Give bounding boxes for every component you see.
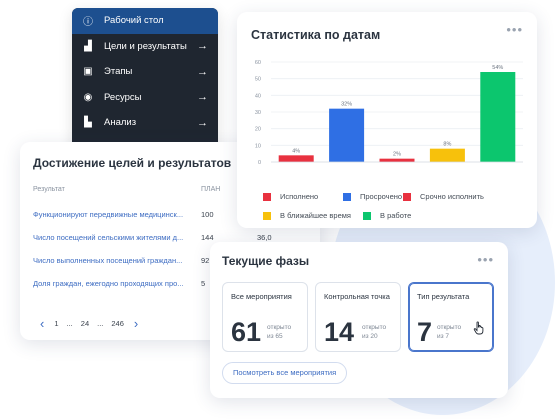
phase-box-subtitle: открыто из 20 bbox=[362, 323, 386, 341]
bar bbox=[329, 108, 365, 162]
row-name-link[interactable]: Доля граждан, ежегодно проходящих про... bbox=[33, 279, 193, 288]
phase-box-subtitle: открыто из 65 bbox=[267, 323, 291, 341]
y-tick-label: 30 bbox=[255, 110, 261, 116]
y-tick-label: 60 bbox=[255, 60, 261, 66]
legend-label: В ближайшее время bbox=[280, 211, 351, 220]
row-plan: 144 bbox=[201, 233, 214, 242]
row-plan: 92 bbox=[201, 256, 210, 265]
phase-box-count: 61 bbox=[231, 317, 262, 347]
phases-card: Текущие фазы ••• Все мероприятия 61 откр… bbox=[210, 242, 508, 398]
arrow-right-icon: → bbox=[197, 40, 208, 53]
phase-box-open-label: открыто bbox=[437, 324, 462, 331]
sidebar-item-label: Этапы bbox=[104, 66, 133, 78]
phases-title: Текущие фазы bbox=[222, 254, 310, 268]
phase-box-total: из 65 bbox=[267, 333, 283, 340]
legend-swatch bbox=[363, 211, 371, 220]
view-all-events-button[interactable]: Посмотреть все мероприятия bbox=[222, 362, 348, 384]
sidebar-item-dashboard[interactable]: ⓘ Рабочий стол bbox=[72, 8, 218, 34]
bar bbox=[480, 72, 516, 162]
coins-icon: ◉ bbox=[83, 91, 93, 103]
phase-box-result-type[interactable]: Тип результата 7 открыто из 7 bbox=[408, 282, 494, 352]
chevron-left-icon[interactable]: ‹ bbox=[40, 316, 44, 331]
stats-card: Статистика по датам ••• 0 10 20 30 40 50 60 4% 3… bbox=[237, 12, 537, 228]
goals-title: Достижение целей и результатов bbox=[33, 156, 232, 170]
legend-item: В работе bbox=[363, 211, 411, 220]
phase-box-subtitle: открыто из 7 bbox=[437, 323, 461, 341]
legend-item: Исполнено bbox=[263, 192, 318, 201]
column-header-plan: ПЛАН bbox=[201, 186, 221, 193]
y-tick-label: 50 bbox=[255, 77, 261, 83]
phase-box-title: Тип результата bbox=[417, 292, 470, 301]
sidebar-item-goals[interactable]: ▟ Цели и результаты → bbox=[72, 34, 218, 60]
phase-box-all-events[interactable]: Все мероприятия 61 открыто из 65 bbox=[222, 282, 308, 352]
sidebar-item-stages[interactable]: ▣ Этапы → bbox=[72, 59, 218, 85]
bar bbox=[429, 148, 465, 162]
row-plan: 100 bbox=[201, 210, 214, 219]
legend-label: Исполнено bbox=[280, 192, 319, 201]
pagination: ‹ 1 ... 24 ... 246 › bbox=[34, 316, 144, 331]
hand-cursor-icon bbox=[473, 321, 484, 335]
legend-swatch bbox=[263, 192, 271, 201]
phase-box-count: 7 bbox=[417, 317, 433, 347]
legend-item: Срочно исполнить bbox=[403, 192, 484, 201]
sidebar-item-resources[interactable]: ◉ Ресурсы → bbox=[72, 85, 218, 111]
page-ellipsis: ... bbox=[66, 319, 73, 328]
phase-box-total: из 20 bbox=[362, 333, 378, 340]
bar-value-label: 8% bbox=[443, 142, 451, 148]
row-value: 36,0 bbox=[257, 233, 272, 242]
chart-bars-icon: ▟ bbox=[84, 40, 92, 52]
phase-box-open-label: открыто bbox=[267, 324, 292, 331]
row-name-link[interactable]: Число посещений сельскими жителями д... bbox=[33, 233, 193, 242]
bar-value-label: 2% bbox=[393, 152, 401, 158]
legend-item: В ближайшее время bbox=[263, 211, 351, 220]
y-tick-label: 10 bbox=[255, 143, 261, 149]
column-header-result: Результат bbox=[33, 186, 65, 193]
phase-box-checkpoint[interactable]: Контрольная точка 14 открыто из 20 bbox=[315, 282, 401, 352]
sidebar-item-label: Анализ bbox=[104, 117, 137, 129]
phase-box-title: Контрольная точка bbox=[324, 292, 390, 301]
bar bbox=[379, 158, 415, 162]
bar bbox=[278, 155, 314, 162]
y-tick-label: 40 bbox=[255, 93, 261, 99]
legend-label: В работе bbox=[380, 211, 412, 220]
phase-box-count: 14 bbox=[324, 317, 355, 347]
page-ellipsis: ... bbox=[97, 319, 104, 328]
kebab-icon[interactable]: ••• bbox=[477, 253, 494, 266]
info-icon: ⓘ bbox=[83, 17, 93, 29]
chevron-right-icon[interactable]: › bbox=[134, 316, 138, 331]
legend-item: Просрочено bbox=[343, 192, 402, 201]
y-tick-label: 0 bbox=[258, 160, 261, 166]
legend-swatch bbox=[403, 192, 411, 201]
sidebar-item-label: Рабочий стол bbox=[104, 15, 164, 27]
legend-swatch bbox=[263, 211, 271, 220]
analysis-icon: ▙ bbox=[84, 117, 92, 129]
bar-value-label: 4% bbox=[292, 148, 300, 154]
arrow-right-icon: → bbox=[197, 91, 208, 104]
sidebar-item-analysis[interactable]: ▙ Анализ → bbox=[72, 110, 218, 136]
briefcase-icon: ▣ bbox=[83, 66, 93, 78]
bar-value-label: 32% bbox=[341, 102, 352, 108]
row-plan: 5 bbox=[201, 279, 206, 288]
legend-swatch bbox=[343, 192, 351, 201]
phase-box-open-label: открыто bbox=[362, 324, 387, 331]
legend-label: Просрочено bbox=[360, 192, 403, 201]
phase-box-total: из 7 bbox=[437, 333, 450, 340]
row-name-link[interactable]: Число выполненных посещений граждан... bbox=[33, 256, 193, 265]
phase-box-title: Все мероприятия bbox=[231, 292, 292, 301]
page-link-first[interactable]: 1 bbox=[54, 319, 58, 328]
row-name-link[interactable]: Функционируют передвижные медицинск... bbox=[33, 210, 193, 219]
bar-chart: 0 10 20 30 40 50 60 4% 32% 2% 8% 54% bbox=[255, 60, 523, 166]
page-link-current[interactable]: 24 bbox=[81, 319, 89, 328]
y-tick-label: 20 bbox=[255, 127, 261, 133]
sidebar-item-label: Ресурсы bbox=[104, 91, 142, 103]
bar-value-label: 54% bbox=[492, 65, 503, 71]
arrow-right-icon: → bbox=[197, 65, 208, 78]
sidebar-item-label: Цели и результаты bbox=[104, 40, 187, 52]
legend-label: Срочно исполнить bbox=[420, 192, 484, 201]
page-link-last[interactable]: 246 bbox=[111, 319, 124, 328]
arrow-right-icon: → bbox=[197, 116, 208, 129]
sidebar-menu: ⓘ Рабочий стол ▟ Цели и результаты → ▣ Э… bbox=[72, 8, 218, 154]
